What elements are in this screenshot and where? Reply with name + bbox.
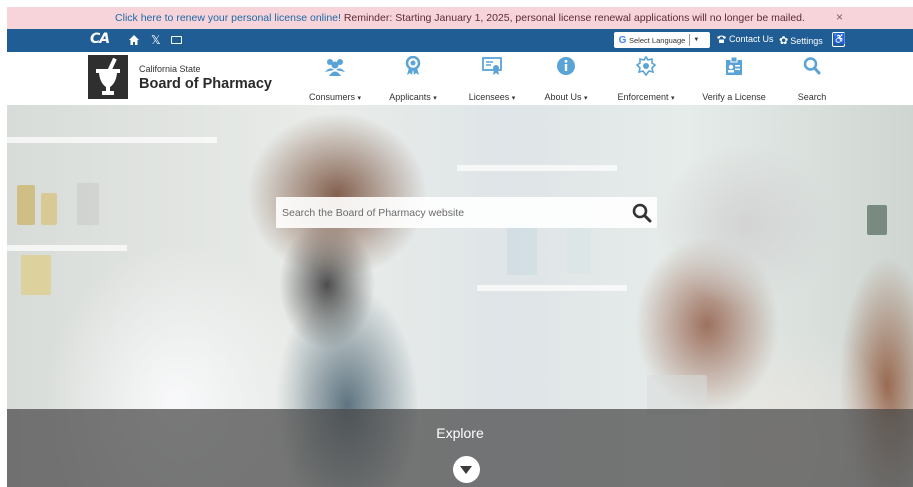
caret-down-icon: ▾ [671,95,675,102]
settings-link[interactable]: ✿ Settings [779,34,823,47]
site-search-form [276,197,657,228]
settings-label: Settings [790,35,823,46]
explore-down-button[interactable] [453,456,480,483]
info-icon [557,57,575,75]
id-card-icon [726,56,742,75]
nav-enforcement-label: Enforcement [617,92,669,102]
caret-down-icon: ▾ [584,95,588,102]
site-header: California State Board of Pharmacy Consu… [7,52,913,105]
site-search-input[interactable] [276,197,616,228]
alert-message: Reminder: Starting January 1, 2025, pers… [340,12,805,24]
nav-about-us[interactable]: About Us ▾ [544,56,588,102]
gear-icon: ✿ [779,35,789,47]
language-label: Select Language [629,35,686,45]
x-social-icon[interactable]: 𝕏 [151,33,161,47]
nav-about-us-label: About Us [544,92,582,102]
nav-search[interactable]: Search [797,56,827,102]
hero-section: Explore [7,105,913,487]
nav-verify-license[interactable]: Verify a License [702,56,766,102]
contact-us-label: Contact Us [729,34,774,44]
brand-state: California State [139,64,201,74]
licensees-icon [482,57,502,75]
close-alert-button[interactable]: × [836,10,843,24]
nav-verify-license-label: Verify a License [702,92,766,102]
nav-enforcement[interactable]: Enforcement ▾ [617,56,675,102]
nav-licensees-label: Licensees [468,92,510,102]
caret-down-icon: ▾ [357,95,362,102]
phone-icon [717,35,726,43]
badge-icon [636,56,656,76]
explore-label: Explore [436,425,484,441]
caret-down-icon: ▾ [433,95,437,102]
contact-us-link[interactable]: Contact Us [716,34,774,44]
nav-applicants[interactable]: Applicants ▾ [387,56,439,102]
mail-icon[interactable] [171,36,182,44]
google-icon: G [618,34,627,46]
nav-consumers-label: Consumers [308,92,355,102]
alert-banner: Click here to renew your personal licens… [7,7,913,29]
caret-down-icon: ▾ [511,95,516,102]
renew-license-link[interactable]: Click here to renew your personal licens… [115,12,341,24]
brand-name[interactable]: Board of Pharmacy [139,76,272,92]
nav-consumers[interactable]: Consumers ▾ [309,56,361,102]
accessibility-icon[interactable]: ♿ [832,32,845,47]
explore-section: Explore [7,409,913,487]
home-icon[interactable] [128,34,140,46]
chevron-down-icon: ▼ [693,37,700,43]
consumers-icon [325,59,345,76]
utility-bar: CA 𝕏 G Select Language ▼ Contact Us ✿ Se… [7,29,913,52]
language-divider [689,34,691,46]
search-icon [803,57,821,75]
search-submit-icon[interactable] [631,202,653,224]
mortar-pestle-logo[interactable] [88,55,128,99]
applicants-icon [405,56,421,75]
language-selector[interactable]: G Select Language ▼ [614,32,710,48]
nav-licensees[interactable]: Licensees ▾ [466,56,518,102]
nav-applicants-label: Applicants [389,92,431,102]
ca-gov-logo[interactable]: CA [90,31,110,47]
nav-search-label: Search [797,92,827,102]
